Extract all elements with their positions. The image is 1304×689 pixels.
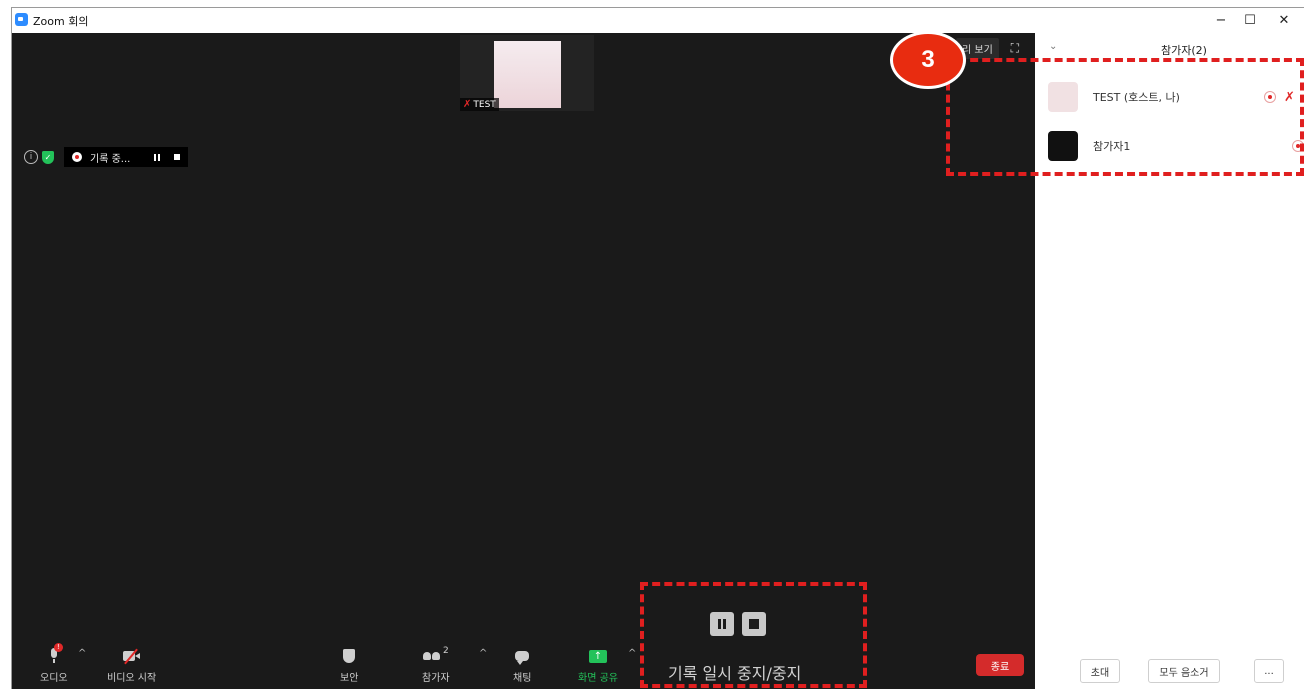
- share-screen-label: 화면 공유: [578, 673, 618, 684]
- audio-button[interactable]: ! 오디오: [40, 643, 68, 684]
- security-button[interactable]: 보안: [340, 646, 358, 684]
- more-options-button[interactable]: ...: [1254, 659, 1284, 683]
- info-icon[interactable]: i: [24, 150, 38, 164]
- audio-label: 오디오: [40, 673, 68, 684]
- thumbnail-name: TEST: [473, 99, 496, 110]
- video-thumbnail[interactable]: ✗ TEST: [460, 35, 594, 111]
- muted-mic-icon: ✗: [463, 99, 472, 110]
- meeting-toolbar: ! 오디오 ^ 비디오 시작 보안 2 참가자 ^ 채팅 ↑ 화면 공유 ^ 종…: [12, 636, 1035, 689]
- window-title: Zoom 회의: [33, 15, 89, 28]
- end-meeting-button[interactable]: 종료: [976, 654, 1024, 676]
- share-options-caret[interactable]: ^: [628, 648, 636, 659]
- desktop-edge: [0, 0, 11, 688]
- participants-label: 참가자: [422, 673, 450, 684]
- meeting-status-bar: i ✓ 기록 중...: [24, 147, 189, 167]
- step-number-badge: 3: [893, 34, 963, 86]
- maximize-button[interactable]: ☐: [1233, 8, 1267, 33]
- recording-indicator: 기록 중...: [64, 147, 189, 167]
- view-controls: 리 보기 ⛶: [956, 37, 1025, 59]
- invite-button[interactable]: 초대: [1080, 659, 1120, 683]
- video-off-icon: [122, 648, 141, 665]
- highlight-box-recording: [640, 582, 867, 688]
- panel-title: 참가자(2): [1161, 44, 1207, 57]
- thumbnail-name-tag: ✗ TEST: [460, 98, 499, 111]
- encryption-shield-icon[interactable]: ✓: [42, 150, 54, 164]
- chat-button[interactable]: 채팅: [513, 646, 531, 684]
- chat-label: 채팅: [513, 673, 532, 684]
- participants-button[interactable]: 2 참가자: [422, 646, 450, 684]
- highlight-box-participants: [946, 58, 1304, 176]
- start-video-button[interactable]: 비디오 시작: [107, 646, 156, 684]
- video-area: ✗ TEST 리 보기 ⛶ i ✓ 기록 중...: [12, 33, 1035, 636]
- chat-icon: [515, 651, 530, 665]
- stop-recording-icon[interactable]: [174, 154, 181, 160]
- microphone-icon: !: [49, 643, 63, 664]
- zoom-logo-icon: [15, 13, 28, 26]
- title-bar: Zoom 회의 − ☐ ✕: [12, 8, 1304, 33]
- share-screen-icon: ↑: [588, 649, 607, 663]
- recording-status-text: 기록 중...: [90, 153, 131, 165]
- recording-dot-icon: [72, 152, 82, 162]
- share-screen-button[interactable]: ↑ 화면 공유: [578, 646, 618, 684]
- audio-options-caret[interactable]: ^: [78, 648, 86, 659]
- chevron-down-icon[interactable]: ⌄: [1049, 41, 1057, 52]
- pause-recording-icon[interactable]: [154, 153, 161, 161]
- participants-icon: [422, 652, 440, 660]
- mute-all-button[interactable]: 모두 음소거: [1148, 659, 1220, 683]
- close-button[interactable]: ✕: [1267, 8, 1301, 33]
- video-label: 비디오 시작: [107, 673, 157, 684]
- panel-footer: 초대 모두 음소거 ...: [1035, 659, 1304, 683]
- participants-options-caret[interactable]: ^: [479, 648, 487, 659]
- security-label: 보안: [340, 673, 359, 684]
- fullscreen-icon[interactable]: ⛶: [1005, 41, 1025, 56]
- participant-video: [494, 41, 561, 108]
- participants-count: 2: [442, 646, 449, 656]
- shield-icon: [343, 649, 356, 663]
